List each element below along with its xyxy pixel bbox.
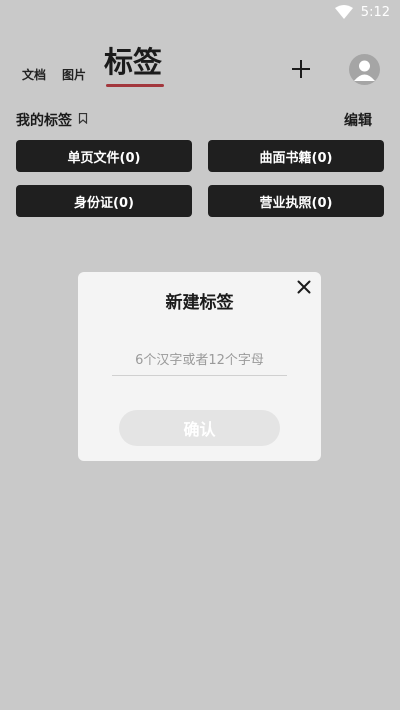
dialog-title: 新建标签 [165,293,234,313]
confirm-button[interactable]: 确认 [119,410,280,446]
modal-overlay[interactable]: 新建标签 确认 [0,0,400,710]
new-tag-dialog: 新建标签 确认 [78,272,321,461]
tag-name-input[interactable] [112,346,287,376]
close-icon[interactable] [297,280,311,294]
